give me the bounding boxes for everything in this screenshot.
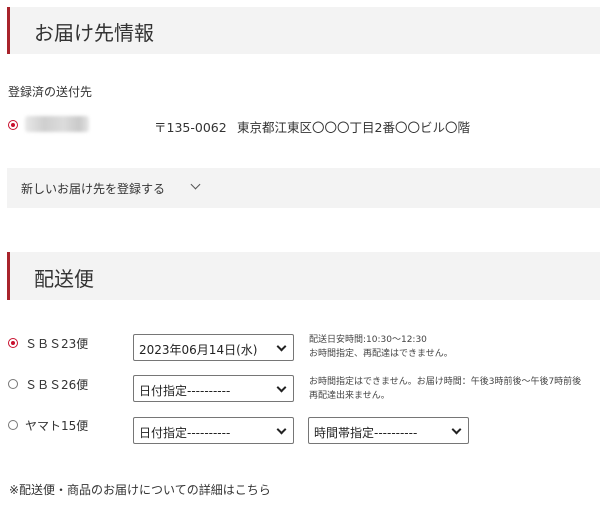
selected-value: 日付指定----------: [139, 426, 231, 440]
shipping-note-sbs26-line2: 再配達出来ません。: [309, 391, 390, 401]
shipping-note-sbs23-line1: 配送日安時間:10:30～12:30: [309, 335, 427, 345]
shipping-header: 配送便: [7, 252, 600, 300]
delivery-info-header: お届け先情報: [7, 7, 600, 54]
shipping-option-label-yamato15: ヤマト15便: [25, 419, 89, 433]
shipping-details-link[interactable]: ※配送便・商品のお届けについての詳細はこちら: [9, 481, 271, 498]
shipping-note-sbs23-line2: お時間指定、再配達はできません。: [309, 349, 453, 359]
shipping-title: 配送便: [34, 267, 94, 291]
new-address-toggle[interactable]: 新しいお届け先を登録する: [7, 168, 600, 208]
delivery-date-select-sbs26[interactable]: 日付指定----------: [133, 375, 294, 402]
shipping-option-label-sbs26: ＳＢＳ26便: [25, 378, 89, 392]
registered-address-label: 登録済の送付先: [8, 85, 93, 99]
chevron-down-icon: [276, 341, 287, 352]
address-text: 東京都江東区〇〇〇丁目2番〇〇ビル〇階: [237, 120, 470, 135]
selected-value: 時間帯指定----------: [314, 426, 418, 440]
delivery-date-select-sbs23[interactable]: 2023年06月14日(水): [133, 334, 294, 361]
registered-address-radio[interactable]: [8, 120, 18, 130]
new-address-label: 新しいお届け先を登録する: [21, 182, 166, 196]
chevron-down-icon: [451, 424, 462, 435]
chevron-down-icon: [190, 179, 201, 190]
delivery-time-select-yamato15[interactable]: 時間帯指定----------: [308, 417, 469, 444]
chevron-down-icon: [276, 382, 287, 393]
shipping-option-label-sbs23: ＳＢＳ23便: [25, 337, 89, 351]
shipping-option-radio-sbs26[interactable]: [8, 379, 18, 389]
delivery-date-select-yamato15[interactable]: 日付指定----------: [133, 417, 294, 444]
delivery-info-title: お届け先情報: [34, 21, 154, 45]
shipping-option-radio-yamato15[interactable]: [8, 420, 18, 430]
selected-value: 日付指定----------: [139, 384, 231, 398]
recipient-name-blurred: [25, 116, 89, 132]
selected-value: 2023年06月14日(水): [139, 343, 258, 357]
shipping-note-sbs26-line1: お時間指定はできません。お届け時間：午後3時前後～午後7時前後: [309, 377, 582, 387]
postal-code: 〒135-0062: [154, 120, 227, 135]
shipping-option-radio-sbs23[interactable]: [8, 338, 18, 348]
chevron-down-icon: [276, 424, 287, 435]
